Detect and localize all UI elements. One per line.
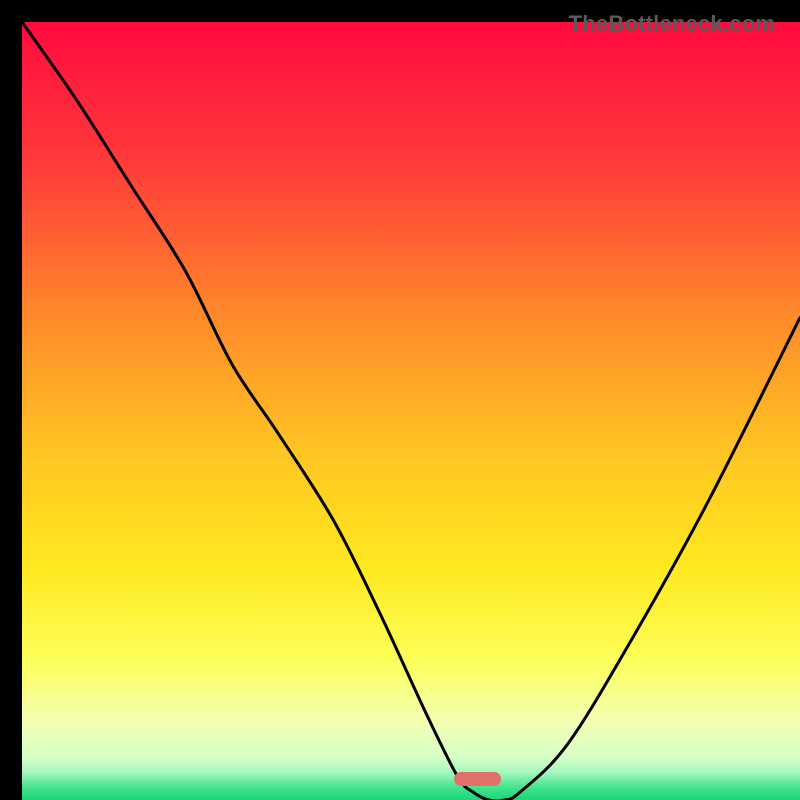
chart-frame: TheBottleneck.com bbox=[11, 11, 789, 789]
plot-area bbox=[22, 22, 800, 800]
optimal-marker bbox=[454, 772, 501, 786]
watermark-text: TheBottleneck.com bbox=[569, 11, 775, 37]
